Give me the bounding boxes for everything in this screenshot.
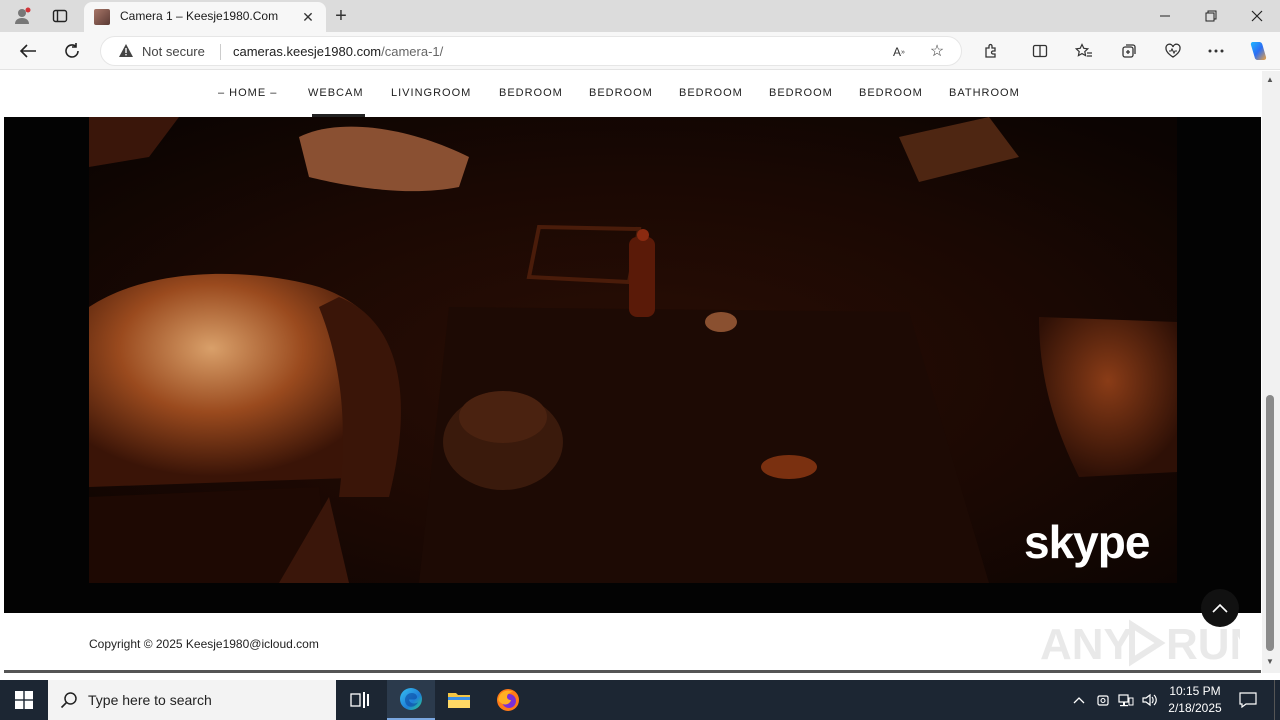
minimize-icon[interactable]	[1142, 0, 1188, 32]
copyright-text: Copyright © 2025 Keesje1980@icloud.com	[89, 637, 319, 651]
tab-camera-1[interactable]: Camera 1 – Keesje1980.Com ✕	[84, 2, 326, 32]
taskbar-firefox-app[interactable]	[484, 680, 532, 720]
webcam-feed-image	[89, 117, 1177, 583]
restore-icon[interactable]	[1188, 0, 1234, 32]
refresh-icon[interactable]	[59, 39, 85, 63]
url-path: /camera-1/	[381, 44, 444, 59]
site-footer: Copyright © 2025 Keesje1980@icloud.com A…	[4, 589, 1261, 673]
collections-icon[interactable]	[1117, 39, 1141, 63]
notifications-button[interactable]	[1236, 680, 1260, 720]
address-bar[interactable]: Not secure cameras.keesje1980.com/camera…	[100, 36, 962, 66]
menu-item-bathroom[interactable]: BATHROOM	[949, 87, 1020, 99]
more-options-icon[interactable]	[1204, 39, 1228, 63]
edge-icon	[400, 688, 422, 710]
volume-icon[interactable]	[1141, 691, 1159, 709]
menu-item-bedroom[interactable]: BEDROOM	[499, 87, 563, 99]
browser-essentials-icon[interactable]	[1161, 39, 1185, 63]
scroll-down-arrow-icon[interactable]: ▼	[1266, 657, 1274, 666]
new-tab-icon[interactable]: +	[330, 5, 352, 27]
page-scrollbar[interactable]: ▲ ▼	[1262, 71, 1280, 673]
tab-close-icon[interactable]: ✕	[298, 7, 318, 27]
close-window-icon[interactable]	[1234, 0, 1280, 32]
url-text[interactable]: cameras.keesje1980.com/camera-1/	[233, 44, 443, 59]
tab-title: Camera 1 – Keesje1980.Com	[120, 9, 279, 23]
taskbar-edge-app[interactable]	[387, 680, 435, 720]
url-divider	[220, 44, 221, 60]
warning-icon[interactable]	[118, 43, 134, 59]
windows-taskbar: Type here to search 10:15 PM 2/18/2025	[0, 680, 1280, 720]
skype-watermark: skype	[1024, 516, 1150, 568]
meet-now-icon[interactable]	[1094, 691, 1112, 709]
split-screen-icon[interactable]	[1028, 39, 1052, 63]
menu-item-bedroom[interactable]: BEDROOM	[859, 87, 923, 99]
menu-item-bedroom[interactable]: BEDROOM	[679, 87, 743, 99]
favorite-star-icon[interactable]: ☆	[927, 41, 947, 61]
task-view-button[interactable]	[336, 680, 384, 720]
site-favicon-icon	[94, 9, 110, 25]
back-icon[interactable]	[15, 39, 41, 63]
page-viewport: – HOME – WEBCAM LIVINGROOM BEDROOM BEDRO…	[0, 71, 1280, 680]
profile-icon[interactable]	[10, 5, 34, 27]
chevron-up-icon	[1212, 603, 1228, 613]
url-host: cameras.keesje1980.com	[233, 44, 382, 59]
network-icon[interactable]	[1117, 691, 1135, 709]
menu-item-livingroom[interactable]: LIVINGROOM	[391, 87, 471, 99]
menu-item-webcam[interactable]: WEBCAM	[308, 87, 364, 99]
extensions-icon[interactable]	[979, 39, 1003, 63]
firefox-icon	[497, 689, 519, 711]
notification-icon	[1239, 692, 1257, 708]
taskbar-file-explorer-app[interactable]	[435, 680, 483, 720]
favorites-icon[interactable]	[1072, 39, 1096, 63]
read-aloud-icon[interactable]: A»	[889, 42, 909, 62]
menu-item-bedroom[interactable]: BEDROOM	[589, 87, 653, 99]
scrollbar-thumb[interactable]	[1266, 395, 1274, 651]
menu-item-bedroom[interactable]: BEDROOM	[769, 87, 833, 99]
windows-logo-icon	[15, 691, 33, 709]
svg-text:RUN: RUN	[1166, 620, 1240, 669]
tab-actions-icon[interactable]	[48, 5, 72, 27]
folder-icon	[448, 693, 470, 708]
security-status[interactable]: Not secure	[142, 44, 205, 59]
anyrun-watermark-logo: ANY RUN	[1040, 619, 1240, 669]
clock-time[interactable]: 10:15 PM	[1168, 684, 1222, 698]
show-desktop-button[interactable]	[1274, 680, 1280, 720]
svg-text:ANY: ANY	[1040, 620, 1133, 669]
copilot-icon[interactable]	[1245, 39, 1269, 63]
clock-date[interactable]: 2/18/2025	[1163, 701, 1227, 715]
search-placeholder: Type here to search	[88, 692, 212, 708]
start-button[interactable]	[0, 680, 48, 720]
webcam-video-player[interactable]: skype	[4, 117, 1261, 613]
taskbar-search-box[interactable]: Type here to search	[48, 680, 336, 720]
tab-strip: Camera 1 – Keesje1980.Com ✕ +	[0, 0, 1280, 32]
scroll-up-arrow-icon[interactable]: ▲	[1266, 75, 1274, 84]
site-navigation: – HOME – WEBCAM LIVINGROOM BEDROOM BEDRO…	[4, 71, 1261, 117]
task-view-icon	[350, 692, 369, 708]
menu-item-home[interactable]: – HOME –	[218, 87, 277, 99]
search-icon	[60, 692, 77, 709]
show-hidden-icons-chevron-icon[interactable]	[1070, 691, 1088, 709]
navigation-bar: Not secure cameras.keesje1980.com/camera…	[0, 32, 1280, 70]
